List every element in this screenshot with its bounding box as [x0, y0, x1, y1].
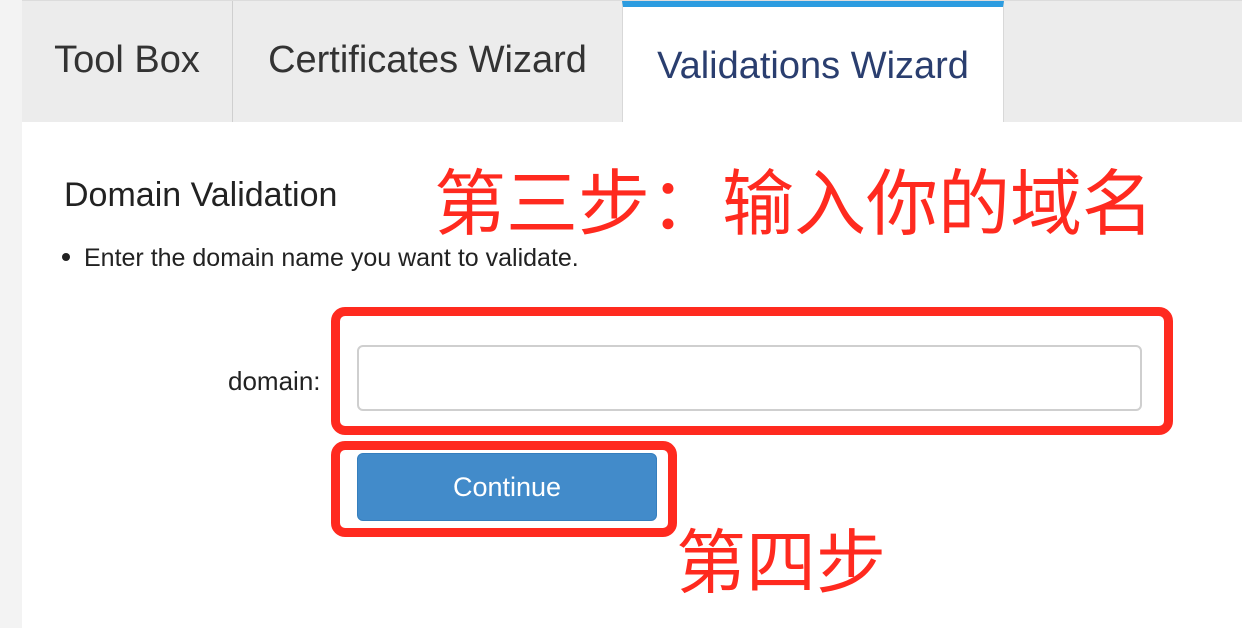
tab-certificates-wizard[interactable]: Certificates Wizard: [233, 1, 623, 122]
list-item: Enter the domain name you want to valida…: [62, 244, 579, 273]
domain-label: domain:: [228, 366, 321, 396]
annotation-highlight-button: [331, 441, 677, 537]
instruction-list: Enter the domain name you want to valida…: [62, 244, 579, 273]
annotation-step3-text: 第三步：输入你的域名: [434, 162, 1155, 246]
tab-label: Tool Box: [54, 39, 200, 81]
bullet-icon: [62, 253, 70, 262]
tab-tool-box[interactable]: Tool Box: [22, 1, 233, 122]
tab-validations-wizard[interactable]: Validations Wizard: [622, 1, 1004, 124]
tab-label: Validations Wizard: [657, 45, 969, 87]
instruction-text: Enter the domain name you want to valida…: [84, 244, 579, 272]
page: Tool Box Certificates Wizard Validations…: [0, 0, 1242, 628]
tab-label: Certificates Wizard: [268, 39, 587, 81]
tab-bar: Tool Box Certificates Wizard Validations…: [22, 0, 1242, 124]
annotation-highlight-input: [331, 307, 1173, 435]
annotation-step4-text: 第四步: [676, 522, 886, 604]
page-title: Domain Validation: [64, 176, 338, 214]
